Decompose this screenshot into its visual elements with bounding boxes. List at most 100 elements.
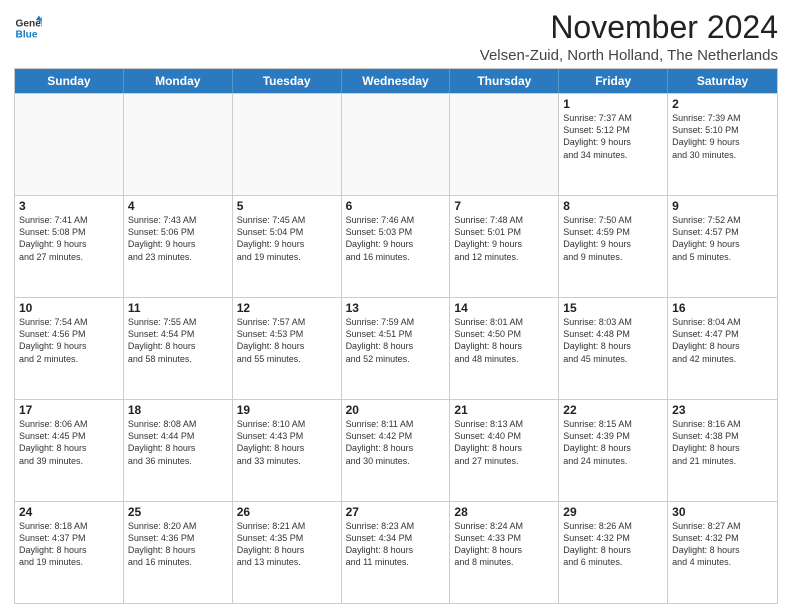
calendar-row-3: 17Sunrise: 8:06 AM Sunset: 4:45 PM Dayli… bbox=[15, 399, 777, 501]
header: General Blue November 2024 Velsen-Zuid, … bbox=[14, 10, 778, 64]
cal-cell-r1-c0: 3Sunrise: 7:41 AM Sunset: 5:08 PM Daylig… bbox=[15, 196, 124, 297]
cal-cell-r3-c4: 21Sunrise: 8:13 AM Sunset: 4:40 PM Dayli… bbox=[450, 400, 559, 501]
logo: General Blue bbox=[14, 14, 42, 42]
day-info-r1-c1: Sunrise: 7:43 AM Sunset: 5:06 PM Dayligh… bbox=[128, 214, 228, 263]
day-number-r3-c4: 21 bbox=[454, 403, 554, 417]
cal-cell-r2-c1: 11Sunrise: 7:55 AM Sunset: 4:54 PM Dayli… bbox=[124, 298, 233, 399]
day-number-r4-c5: 29 bbox=[563, 505, 663, 519]
day-number-r3-c1: 18 bbox=[128, 403, 228, 417]
cal-cell-r2-c5: 15Sunrise: 8:03 AM Sunset: 4:48 PM Dayli… bbox=[559, 298, 668, 399]
logo-icon: General Blue bbox=[14, 14, 42, 42]
cal-cell-r2-c6: 16Sunrise: 8:04 AM Sunset: 4:47 PM Dayli… bbox=[668, 298, 777, 399]
day-number-r0-c6: 2 bbox=[672, 97, 773, 111]
cal-cell-r1-c5: 8Sunrise: 7:50 AM Sunset: 4:59 PM Daylig… bbox=[559, 196, 668, 297]
cal-cell-r4-c5: 29Sunrise: 8:26 AM Sunset: 4:32 PM Dayli… bbox=[559, 502, 668, 603]
day-number-r3-c2: 19 bbox=[237, 403, 337, 417]
day-number-r2-c4: 14 bbox=[454, 301, 554, 315]
day-info-r2-c3: Sunrise: 7:59 AM Sunset: 4:51 PM Dayligh… bbox=[346, 316, 446, 365]
cal-cell-r0-c0 bbox=[15, 94, 124, 195]
cal-cell-r1-c6: 9Sunrise: 7:52 AM Sunset: 4:57 PM Daylig… bbox=[668, 196, 777, 297]
day-info-r1-c6: Sunrise: 7:52 AM Sunset: 4:57 PM Dayligh… bbox=[672, 214, 773, 263]
cal-cell-r2-c3: 13Sunrise: 7:59 AM Sunset: 4:51 PM Dayli… bbox=[342, 298, 451, 399]
cal-cell-r1-c1: 4Sunrise: 7:43 AM Sunset: 5:06 PM Daylig… bbox=[124, 196, 233, 297]
day-number-r2-c1: 11 bbox=[128, 301, 228, 315]
day-number-r4-c6: 30 bbox=[672, 505, 773, 519]
cal-cell-r2-c2: 12Sunrise: 7:57 AM Sunset: 4:53 PM Dayli… bbox=[233, 298, 342, 399]
cal-cell-r3-c6: 23Sunrise: 8:16 AM Sunset: 4:38 PM Dayli… bbox=[668, 400, 777, 501]
month-title: November 2024 bbox=[480, 10, 778, 45]
day-number-r1-c4: 7 bbox=[454, 199, 554, 213]
day-number-r3-c6: 23 bbox=[672, 403, 773, 417]
header-saturday: Saturday bbox=[668, 69, 777, 93]
day-info-r1-c2: Sunrise: 7:45 AM Sunset: 5:04 PM Dayligh… bbox=[237, 214, 337, 263]
day-info-r2-c2: Sunrise: 7:57 AM Sunset: 4:53 PM Dayligh… bbox=[237, 316, 337, 365]
cal-cell-r4-c3: 27Sunrise: 8:23 AM Sunset: 4:34 PM Dayli… bbox=[342, 502, 451, 603]
page: General Blue November 2024 Velsen-Zuid, … bbox=[0, 0, 792, 612]
cal-cell-r4-c2: 26Sunrise: 8:21 AM Sunset: 4:35 PM Dayli… bbox=[233, 502, 342, 603]
day-info-r1-c0: Sunrise: 7:41 AM Sunset: 5:08 PM Dayligh… bbox=[19, 214, 119, 263]
day-info-r1-c3: Sunrise: 7:46 AM Sunset: 5:03 PM Dayligh… bbox=[346, 214, 446, 263]
calendar-body: 1Sunrise: 7:37 AM Sunset: 5:12 PM Daylig… bbox=[15, 93, 777, 603]
day-number-r2-c5: 15 bbox=[563, 301, 663, 315]
day-info-r2-c0: Sunrise: 7:54 AM Sunset: 4:56 PM Dayligh… bbox=[19, 316, 119, 365]
cal-cell-r0-c5: 1Sunrise: 7:37 AM Sunset: 5:12 PM Daylig… bbox=[559, 94, 668, 195]
day-number-r4-c2: 26 bbox=[237, 505, 337, 519]
cal-cell-r3-c0: 17Sunrise: 8:06 AM Sunset: 4:45 PM Dayli… bbox=[15, 400, 124, 501]
day-number-r2-c3: 13 bbox=[346, 301, 446, 315]
day-info-r1-c5: Sunrise: 7:50 AM Sunset: 4:59 PM Dayligh… bbox=[563, 214, 663, 263]
location-title: Velsen-Zuid, North Holland, The Netherla… bbox=[480, 47, 778, 64]
day-number-r4-c0: 24 bbox=[19, 505, 119, 519]
calendar-row-2: 10Sunrise: 7:54 AM Sunset: 4:56 PM Dayli… bbox=[15, 297, 777, 399]
cal-cell-r4-c1: 25Sunrise: 8:20 AM Sunset: 4:36 PM Dayli… bbox=[124, 502, 233, 603]
day-number-r3-c5: 22 bbox=[563, 403, 663, 417]
day-info-r4-c4: Sunrise: 8:24 AM Sunset: 4:33 PM Dayligh… bbox=[454, 520, 554, 569]
day-info-r1-c4: Sunrise: 7:48 AM Sunset: 5:01 PM Dayligh… bbox=[454, 214, 554, 263]
cal-cell-r3-c5: 22Sunrise: 8:15 AM Sunset: 4:39 PM Dayli… bbox=[559, 400, 668, 501]
calendar-header: Sunday Monday Tuesday Wednesday Thursday… bbox=[15, 69, 777, 93]
cal-cell-r0-c2 bbox=[233, 94, 342, 195]
day-info-r3-c6: Sunrise: 8:16 AM Sunset: 4:38 PM Dayligh… bbox=[672, 418, 773, 467]
title-block: November 2024 Velsen-Zuid, North Holland… bbox=[480, 10, 778, 64]
day-number-r2-c6: 16 bbox=[672, 301, 773, 315]
day-number-r1-c5: 8 bbox=[563, 199, 663, 213]
header-tuesday: Tuesday bbox=[233, 69, 342, 93]
calendar-row-0: 1Sunrise: 7:37 AM Sunset: 5:12 PM Daylig… bbox=[15, 93, 777, 195]
day-number-r2-c2: 12 bbox=[237, 301, 337, 315]
day-info-r4-c5: Sunrise: 8:26 AM Sunset: 4:32 PM Dayligh… bbox=[563, 520, 663, 569]
day-info-r2-c6: Sunrise: 8:04 AM Sunset: 4:47 PM Dayligh… bbox=[672, 316, 773, 365]
header-thursday: Thursday bbox=[450, 69, 559, 93]
day-info-r3-c2: Sunrise: 8:10 AM Sunset: 4:43 PM Dayligh… bbox=[237, 418, 337, 467]
header-monday: Monday bbox=[124, 69, 233, 93]
header-friday: Friday bbox=[559, 69, 668, 93]
cal-cell-r4-c4: 28Sunrise: 8:24 AM Sunset: 4:33 PM Dayli… bbox=[450, 502, 559, 603]
cal-cell-r4-c6: 30Sunrise: 8:27 AM Sunset: 4:32 PM Dayli… bbox=[668, 502, 777, 603]
cal-cell-r0-c4 bbox=[450, 94, 559, 195]
cal-cell-r2-c4: 14Sunrise: 8:01 AM Sunset: 4:50 PM Dayli… bbox=[450, 298, 559, 399]
calendar: Sunday Monday Tuesday Wednesday Thursday… bbox=[14, 68, 778, 604]
day-info-r0-c5: Sunrise: 7:37 AM Sunset: 5:12 PM Dayligh… bbox=[563, 112, 663, 161]
cal-cell-r1-c3: 6Sunrise: 7:46 AM Sunset: 5:03 PM Daylig… bbox=[342, 196, 451, 297]
day-info-r2-c1: Sunrise: 7:55 AM Sunset: 4:54 PM Dayligh… bbox=[128, 316, 228, 365]
cal-cell-r0-c6: 2Sunrise: 7:39 AM Sunset: 5:10 PM Daylig… bbox=[668, 94, 777, 195]
day-info-r3-c1: Sunrise: 8:08 AM Sunset: 4:44 PM Dayligh… bbox=[128, 418, 228, 467]
day-info-r3-c5: Sunrise: 8:15 AM Sunset: 4:39 PM Dayligh… bbox=[563, 418, 663, 467]
day-info-r0-c6: Sunrise: 7:39 AM Sunset: 5:10 PM Dayligh… bbox=[672, 112, 773, 161]
day-info-r2-c4: Sunrise: 8:01 AM Sunset: 4:50 PM Dayligh… bbox=[454, 316, 554, 365]
day-info-r4-c6: Sunrise: 8:27 AM Sunset: 4:32 PM Dayligh… bbox=[672, 520, 773, 569]
day-number-r2-c0: 10 bbox=[19, 301, 119, 315]
day-info-r4-c3: Sunrise: 8:23 AM Sunset: 4:34 PM Dayligh… bbox=[346, 520, 446, 569]
day-info-r3-c4: Sunrise: 8:13 AM Sunset: 4:40 PM Dayligh… bbox=[454, 418, 554, 467]
cal-cell-r1-c2: 5Sunrise: 7:45 AM Sunset: 5:04 PM Daylig… bbox=[233, 196, 342, 297]
cal-cell-r0-c1 bbox=[124, 94, 233, 195]
calendar-row-1: 3Sunrise: 7:41 AM Sunset: 5:08 PM Daylig… bbox=[15, 195, 777, 297]
day-number-r1-c1: 4 bbox=[128, 199, 228, 213]
svg-text:Blue: Blue bbox=[16, 29, 38, 40]
day-info-r2-c5: Sunrise: 8:03 AM Sunset: 4:48 PM Dayligh… bbox=[563, 316, 663, 365]
cal-cell-r0-c3 bbox=[342, 94, 451, 195]
cal-cell-r1-c4: 7Sunrise: 7:48 AM Sunset: 5:01 PM Daylig… bbox=[450, 196, 559, 297]
cal-cell-r2-c0: 10Sunrise: 7:54 AM Sunset: 4:56 PM Dayli… bbox=[15, 298, 124, 399]
day-info-r4-c0: Sunrise: 8:18 AM Sunset: 4:37 PM Dayligh… bbox=[19, 520, 119, 569]
cal-cell-r3-c2: 19Sunrise: 8:10 AM Sunset: 4:43 PM Dayli… bbox=[233, 400, 342, 501]
day-number-r1-c6: 9 bbox=[672, 199, 773, 213]
day-info-r3-c0: Sunrise: 8:06 AM Sunset: 4:45 PM Dayligh… bbox=[19, 418, 119, 467]
